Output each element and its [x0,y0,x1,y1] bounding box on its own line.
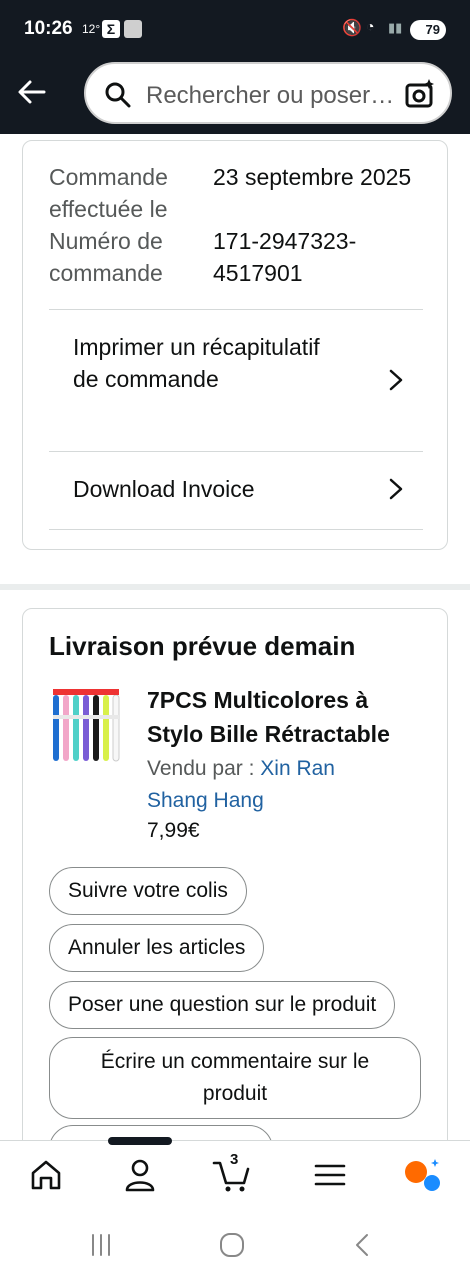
home-icon[interactable] [26,1157,66,1193]
bottom-navigation: 3 [0,1137,470,1208]
search-header: Rechercher ou poser une question [0,58,470,134]
chevron-right-icon [389,369,403,391]
status-time: 10:26 [24,18,73,39]
seller-link[interactable]: Xin Ran [260,757,335,780]
order-details-content: Commande effectuée le 23 septembre 2025 … [0,134,470,1140]
active-tab-indicator [108,1137,172,1145]
cart-count-badge: 3 [230,1151,239,1168]
recent-apps-icon[interactable] [88,1232,114,1258]
order-date-label: Commande effectuée le [49,164,168,222]
status-bar: 10:26 12° Σ 🔇 ◔ ▮▮ 79 [0,0,470,58]
notes-app-icon [124,20,142,38]
home-button-icon[interactable] [219,1232,245,1258]
seller-link-cont[interactable]: Shang Hang [147,789,264,812]
shipment-card: Livraison prévue demain 7PCS Multicolore… [22,608,448,1140]
section-separator [0,584,470,590]
menu-icon[interactable] [310,1157,350,1193]
download-invoice-link[interactable]: Download Invoice [49,451,423,529]
rufus-assistant-icon[interactable] [402,1157,442,1193]
wifi-icon: ◔ [366,18,375,34]
print-summary-link[interactable]: Imprimer un récapitulatif de commande [49,309,423,451]
product-title-line1: 7PCS Multicolores à [147,687,369,713]
mute-icon: 🔇 [342,20,362,37]
seller-info: Vendu par : Xin Ran Shang Hang [147,753,335,817]
product-price: 7,99€ [147,819,200,842]
system-navigation [0,1208,470,1280]
search-icon [105,82,131,108]
signal-icon: ▮▮ [388,20,403,35]
sold-by-label: Vendu par : [147,757,261,780]
product-title[interactable]: 7PCS Multicolores à Stylo Bille Rétracta… [147,683,425,751]
order-date-value: 23 septembre 2025 [213,164,412,190]
search-input[interactable]: Rechercher ou poser une question [84,62,452,124]
delivery-status-title: Livraison prévue demain [49,631,356,661]
order-number-label: Numéro de commande [49,228,163,286]
order-number-value: 171-2947323-4517901 [213,228,357,286]
product-thumbnail-pens[interactable] [49,687,123,765]
divider [49,529,423,530]
back-button-icon[interactable] [350,1232,376,1258]
sigma-app-icon: Σ [102,20,120,38]
product-title-line2: Stylo Bille Rétractable [147,721,390,747]
account-icon[interactable] [120,1157,160,1193]
status-temperature: 12° [82,22,101,36]
search-placeholder: Rechercher ou poser une question [146,82,396,109]
cart-button[interactable]: 3 [212,1151,252,1193]
back-arrow-icon[interactable] [14,74,50,110]
print-summary-label: Imprimer un récapitulatif de commande [73,334,320,392]
order-info-card: Commande effectuée le 23 septembre 2025 … [22,140,448,550]
download-invoice-label: Download Invoice [73,476,255,502]
write-review-button[interactable]: Écrire un commentaire sur le produit [49,1037,421,1119]
ask-question-button[interactable]: Poser une question sur le produit [49,981,396,1029]
camera-lens-icon[interactable] [404,78,436,110]
battery-badge: 79 [410,20,446,40]
track-package-button[interactable]: Suivre votre colis [49,867,247,915]
cancel-items-button[interactable]: Annuler les articles [49,924,265,972]
chevron-right-icon [389,478,403,500]
